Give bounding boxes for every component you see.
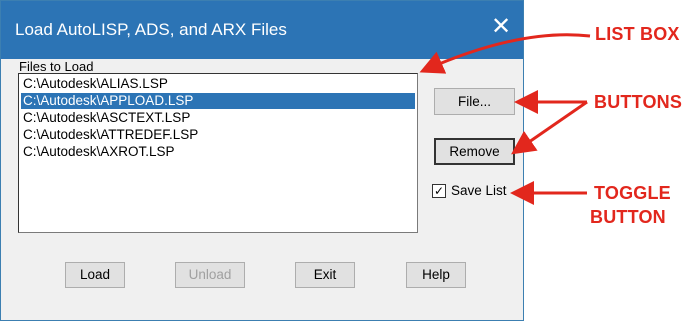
annotation-toggle-line1: TOGGLE: [594, 183, 671, 203]
annotation-buttons: BUTTONS: [594, 92, 683, 112]
annotation-toggle-line2: BUTTON: [590, 207, 666, 227]
annotation-arrows: [419, 33, 591, 205]
list-box-arrow: [419, 33, 591, 74]
buttons-arrow-remove: [511, 100, 588, 155]
annotation-list-box: LIST BOX: [595, 24, 680, 44]
